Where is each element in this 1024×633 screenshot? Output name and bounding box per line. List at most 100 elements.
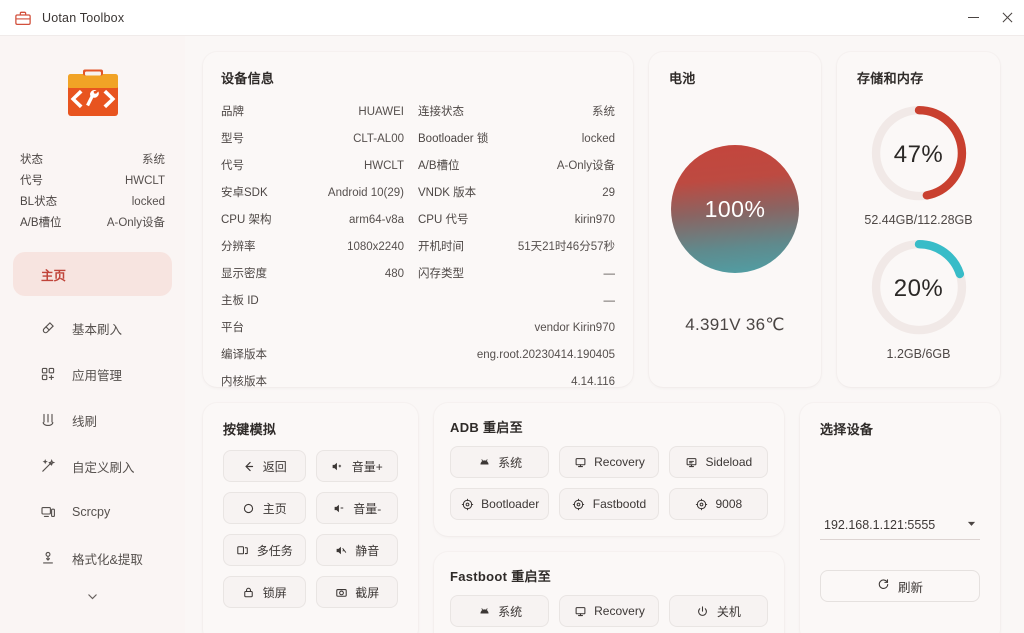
sidebar-item-label: Scrcpy (72, 505, 111, 519)
battery-gauge: 100% (671, 145, 799, 273)
button-label: 音量+ (351, 459, 383, 474)
camera-icon (334, 585, 348, 599)
sidebar-expand-button[interactable] (0, 584, 185, 608)
device-info-row: 型号 CLT-AL00 Bootloader 锁 locked (221, 124, 615, 151)
adb-reboot-9008-button[interactable]: 9008 (668, 488, 768, 520)
info-value: vendor Kirin970 (534, 321, 615, 334)
key-volume-down-button[interactable]: 音量- (315, 492, 398, 524)
top-row: 设备信息 品牌 HUAWEI 连接状态 系统 型号 CLT-AL00 Bootload… (203, 52, 1000, 388)
card-title: 存储和内存 (857, 71, 924, 86)
status-value: A-Only设备 (106, 217, 165, 229)
info-value: arm64-v8a (349, 213, 404, 226)
window-body: 状态 系统 代号 HWCLT BL状态 locked A/B槽位 A-Only设… (0, 36, 1024, 633)
key-volume-up-button[interactable]: 音量+ (315, 450, 398, 482)
adb-reboot-card: ADB 重启至 系统 Recovery Sideload Bootloader … (434, 403, 784, 536)
button-label: 多任务 (256, 543, 293, 558)
sidebar-item-home[interactable]: 主页 (13, 252, 172, 296)
memory-percent: 20% (893, 275, 944, 302)
device-info-row: 代号 HWCLT A/B槽位 A-Only设备 (221, 151, 615, 178)
storage-percent: 47% (893, 141, 944, 168)
status-value: locked (131, 196, 165, 208)
memory-caption: 1.2GB/6GB (886, 347, 951, 361)
volume-mute-icon (334, 543, 348, 557)
device-info-row: 显示密度 480 闪存类型 — (221, 259, 615, 286)
volume-down-icon (332, 501, 346, 515)
button-label: 截屏 (355, 585, 380, 600)
device-info-row: 编译版本 eng.root.20230414.190405 (221, 340, 615, 367)
target-icon (572, 497, 586, 511)
sidebar: 状态 系统 代号 HWCLT BL状态 locked A/B槽位 A-Only设… (0, 36, 185, 633)
adb-reboot-sideload-button[interactable]: Sideload (668, 446, 768, 478)
fastboot-power-off-button[interactable]: 关机 (668, 595, 768, 627)
device-info-row: 平台 vendor Kirin970 (221, 313, 615, 340)
monitor-icon (573, 604, 587, 618)
status-row: A/B槽位 A-Only设备 (20, 213, 165, 234)
button-label: 锁屏 (262, 585, 287, 600)
info-value: A-Only设备 (556, 159, 615, 172)
android-icon (477, 455, 491, 469)
flash-icon (39, 320, 56, 337)
sidebar-item-scrcpy[interactable]: Scrcpy (13, 490, 172, 534)
extract-icon (39, 550, 56, 567)
sidebar-status-list: 状态 系统 代号 HWCLT BL状态 locked A/B槽位 A-Only设… (20, 150, 165, 234)
card-title: Fastboot 重启至 (450, 569, 552, 584)
reboot-column: ADB 重启至 系统 Recovery Sideload Bootloader … (434, 403, 784, 633)
button-label: 主页 (262, 501, 287, 516)
refresh-button[interactable]: 刷新 (820, 570, 980, 602)
button-label: 关机 (716, 604, 741, 619)
button-label: Fastbootd (592, 497, 647, 511)
key-multitask-button[interactable]: 多任务 (223, 534, 306, 566)
fastboot-reboot-grid: 系统 Recovery 关机 (450, 595, 768, 633)
sidebar-item-format-extract[interactable]: 格式化&提取 (13, 536, 172, 580)
close-button[interactable] (990, 0, 1024, 36)
info-value: 51天21时46分57秒 (517, 240, 615, 253)
sidebar-item-custom-flash[interactable]: 自定义刷入 (13, 444, 172, 488)
sideload-icon (684, 455, 698, 469)
sidebar-item-basic-flash[interactable]: 基本刷入 (13, 306, 172, 350)
status-key: 状态 (20, 154, 43, 166)
lock-icon (242, 585, 256, 599)
sidebar-nav: 主页 基本刷入 应用管理 线刷 自定义刷入 Scrcpy 格式化&提取 (0, 252, 185, 608)
device-info-row: 品牌 HUAWEI 连接状态 系统 (221, 97, 615, 124)
key-screenshot-button[interactable]: 截屏 (315, 576, 398, 608)
adb-reboot-fastbootd-button[interactable]: Fastbootd (559, 488, 659, 520)
target-icon (694, 497, 708, 511)
sidebar-item-label: 基本刷入 (72, 322, 123, 337)
device-select-card: 选择设备 192.168.1.121:5555 刷新 (800, 403, 1000, 633)
status-value: HWCLT (124, 175, 165, 187)
status-key: BL状态 (20, 196, 58, 208)
status-row: BL状态 locked (20, 192, 165, 213)
adb-reboot-bootloader-button[interactable]: Bootloader (450, 488, 550, 520)
device-info-row: 分辨率 1080x2240 开机时间 51天21时46分57秒 (221, 232, 615, 259)
device-info-row: 内核版本 4.14.116 (221, 367, 615, 394)
info-value: eng.root.20230414.190405 (476, 348, 615, 361)
key-back-button[interactable]: 返回 (223, 450, 306, 482)
info-value: 29 (602, 186, 615, 199)
device-info-row: 主板 ID — (221, 286, 615, 313)
sidebar-item-line-flash[interactable]: 线刷 (13, 398, 172, 442)
device-select-dropdown[interactable]: 192.168.1.121:5555 (820, 510, 980, 540)
info-value: — (603, 294, 616, 307)
minimize-button[interactable] (956, 0, 990, 36)
sidebar-item-app-manage[interactable]: 应用管理 (13, 352, 172, 396)
circle-icon (242, 501, 256, 515)
fastboot-reboot-system-button[interactable]: 系统 (450, 595, 550, 627)
storage-caption: 52.44GB/112.28GB (864, 213, 973, 227)
monitor-icon (573, 455, 587, 469)
key-home-button[interactable]: 主页 (223, 492, 306, 524)
caret-down-icon (967, 519, 976, 530)
download-icon (39, 412, 56, 429)
adb-reboot-recovery-button[interactable]: Recovery (559, 446, 659, 478)
adb-reboot-system-button[interactable]: 系统 (450, 446, 550, 478)
info-value: 4.14.116 (571, 375, 615, 388)
key-lock-screen-button[interactable]: 锁屏 (223, 576, 306, 608)
window-controls (956, 0, 1024, 36)
info-key: 代号 (221, 159, 244, 172)
key-mute-button[interactable]: 静音 (315, 534, 398, 566)
fastboot-reboot-recovery-button[interactable]: Recovery (559, 595, 659, 627)
status-row: 代号 HWCLT (20, 171, 165, 192)
sidebar-item-label: 自定义刷入 (72, 460, 135, 475)
key-simulation-grid: 返回 音量+ 主页 音量- 多任务 静音 锁屏 截屏 (223, 450, 398, 608)
title-bar: Uotan Toolbox (0, 0, 1024, 36)
info-key: 闪存类型 (418, 267, 464, 280)
